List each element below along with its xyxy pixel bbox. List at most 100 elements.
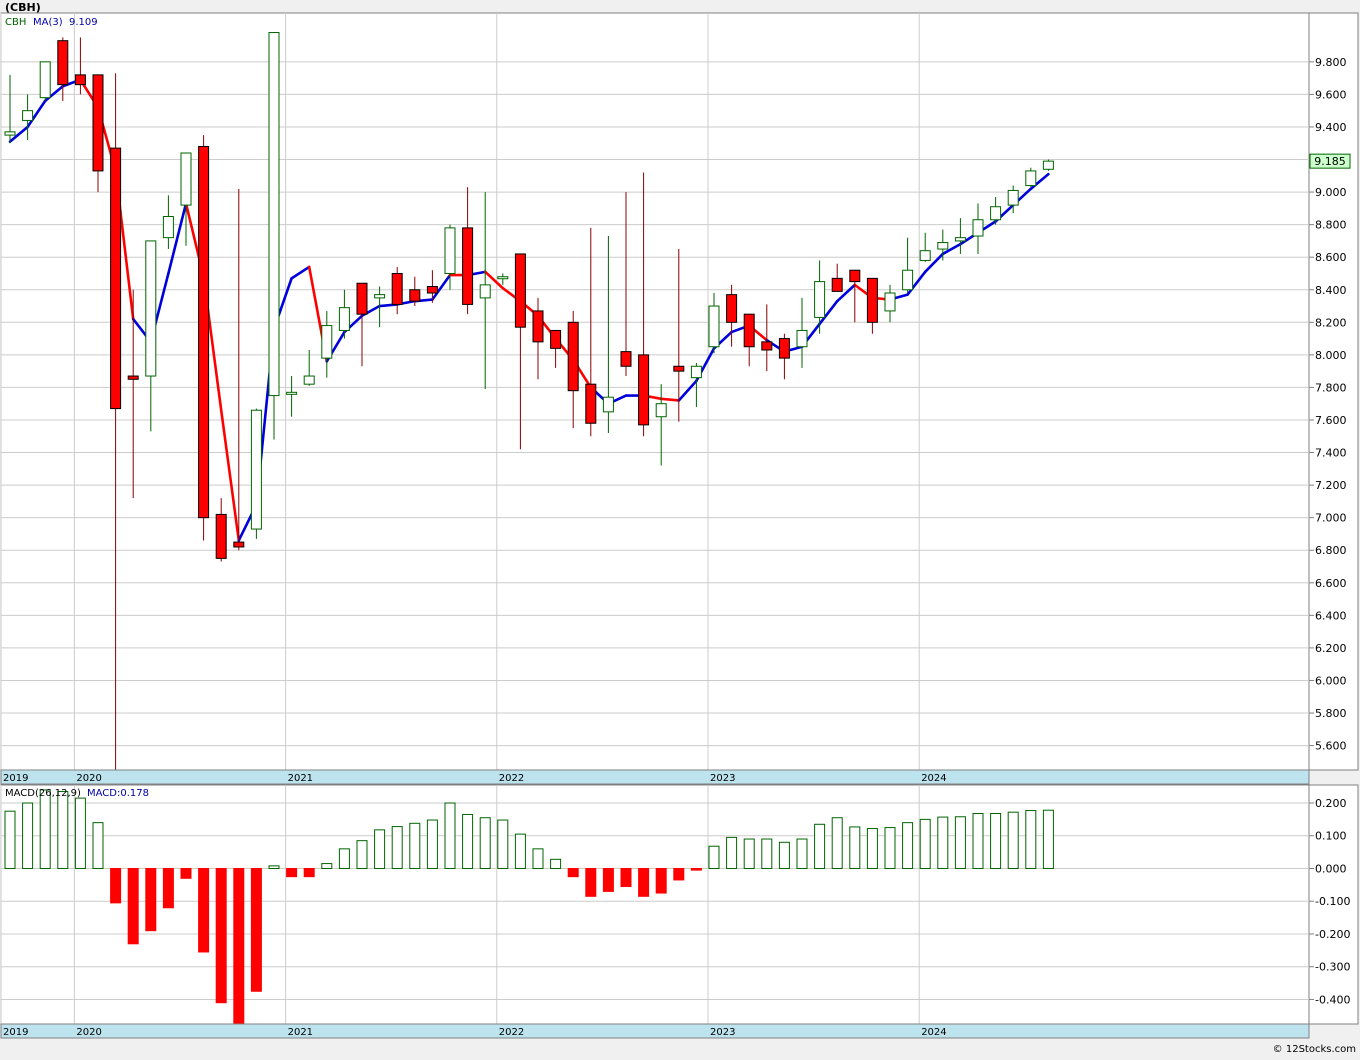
candle-body-down	[550, 329, 562, 349]
macd-bar-negative	[620, 867, 632, 887]
macd-bar-negative	[250, 867, 262, 992]
candle	[39, 61, 51, 101]
macd-bar-positive	[919, 818, 931, 869]
macd-plot-area	[0, 784, 1310, 1025]
macd-bar-positive	[338, 848, 350, 869]
macd-bar-positive	[321, 863, 333, 869]
ma-segment	[659, 397, 681, 402]
candle	[198, 135, 210, 541]
macd-year-label: 2021	[288, 1027, 313, 1038]
price-tick-label: 6.800	[1315, 544, 1347, 557]
candle-body-down	[673, 365, 685, 372]
macd-bar-positive	[426, 819, 438, 869]
price-tick-label: 6.000	[1315, 674, 1347, 687]
macd-bar-positive	[1007, 811, 1019, 869]
candle-body-down	[585, 383, 597, 424]
chart-title: (CBH)	[5, 1, 41, 14]
candle-body-down	[567, 321, 579, 392]
candle-body-down	[761, 341, 773, 351]
macd-bar-positive	[550, 858, 562, 869]
macd-bar-negative	[162, 867, 174, 909]
macd-bar-positive	[409, 822, 421, 869]
macd-bar-negative	[585, 867, 597, 897]
macd-tick-label: -0.100	[1315, 895, 1350, 908]
candle-body-down	[831, 277, 843, 292]
candle-body-up	[145, 240, 157, 377]
price-year-label: 2020	[76, 773, 101, 784]
price-panel: 9.8009.6009.4009.2009.0008.8008.6008.400…	[0, 12, 1359, 785]
price-tick-label: 5.800	[1315, 707, 1347, 720]
macd-bar-positive	[849, 826, 861, 869]
macd-bar-negative	[145, 867, 157, 932]
macd-bar-positive	[514, 833, 526, 869]
macd-bar-negative	[180, 867, 192, 879]
price-year-label: 2019	[3, 773, 28, 784]
price-year-label: 2023	[710, 773, 735, 784]
candle-body-down	[391, 272, 403, 305]
candle-body-up	[39, 61, 51, 99]
candle-body-up	[303, 375, 315, 385]
macd-bar-positive	[1025, 810, 1037, 869]
macd-legend: MACD(26,12,9) MACD:0.178	[5, 788, 149, 799]
candle-body-up	[162, 215, 174, 239]
macd-year-label: 2022	[499, 1027, 524, 1038]
candle-body-up	[374, 294, 386, 299]
macd-title: MACD(26,12,9)	[5, 788, 81, 799]
macd-bar-positive	[937, 816, 949, 869]
candle-body-up	[1007, 189, 1019, 206]
price-date-band	[0, 769, 1310, 785]
macd-bar-positive	[268, 865, 280, 869]
candle-body-up	[180, 152, 192, 206]
macd-bar-positive	[761, 838, 773, 869]
candle-body-up	[268, 32, 280, 397]
macd-bar-negative	[602, 867, 614, 892]
macd-bar-negative	[655, 867, 667, 894]
candle-body-down	[233, 541, 245, 548]
candle-body-up	[937, 242, 949, 250]
macd-bar-positive	[954, 816, 966, 869]
macd-bar-negative	[567, 867, 579, 878]
macd-bar-positive	[796, 838, 808, 869]
macd-value-label: MACD:0.178	[87, 788, 149, 799]
macd-bar-negative	[127, 867, 139, 945]
candle-body-down	[215, 513, 227, 559]
macd-bar-positive	[778, 841, 790, 869]
candle-body-up	[655, 403, 667, 418]
macd-bar-positive	[39, 789, 51, 869]
candle-body-down	[778, 338, 790, 359]
candle-body-down	[532, 310, 544, 343]
macd-bar-negative	[303, 867, 315, 878]
candle-body-up	[1025, 170, 1037, 187]
price-tick-label: 6.600	[1315, 577, 1347, 590]
price-tick-label: 9.400	[1315, 121, 1347, 134]
candle-body-down	[849, 269, 861, 283]
price-tick-label: 9.800	[1315, 56, 1347, 69]
macd-bar-negative	[110, 867, 122, 904]
legend-ma-label: MA(3)	[33, 17, 63, 28]
macd-bar-positive	[92, 822, 104, 869]
candle-body-up	[497, 276, 509, 280]
macd-bar-positive	[532, 848, 544, 869]
price-tick-label: 7.800	[1315, 381, 1347, 394]
candle	[268, 32, 280, 440]
macd-bar-positive	[22, 802, 34, 869]
macd-tick-label: -0.200	[1315, 928, 1350, 941]
macd-bar-positive	[479, 817, 491, 869]
price-year-label: 2024	[921, 773, 946, 784]
macd-tick-label: -0.400	[1315, 993, 1350, 1006]
candle-body-up	[814, 281, 826, 318]
price-legend: CBH MA(3) 9.109	[5, 17, 98, 28]
macd-tick-label: 0.200	[1315, 797, 1347, 810]
macd-tick-label: -0.300	[1315, 961, 1350, 974]
price-tick-label: 7.000	[1315, 512, 1347, 525]
candle-body-down	[638, 354, 650, 426]
macd-bar-negative	[690, 867, 702, 871]
candle-body-down	[726, 294, 738, 323]
candle-body-up	[4, 131, 16, 136]
footer-copyright: © 12Stocks.com	[1273, 1044, 1356, 1055]
candle	[250, 408, 262, 539]
candle-body-up	[902, 269, 914, 291]
candle-body-up	[321, 325, 333, 359]
price-tick-label: 8.400	[1315, 284, 1347, 297]
macd-bar-positive	[990, 812, 1002, 869]
